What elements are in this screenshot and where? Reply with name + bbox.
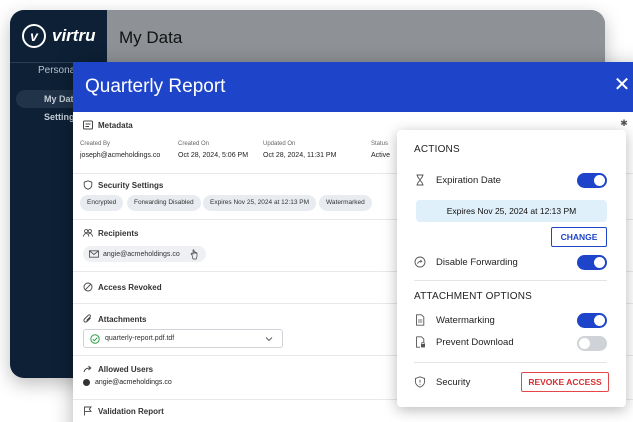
virtru-logo-icon: v (22, 24, 46, 48)
allowed-users-title: Allowed Users (98, 364, 154, 374)
chip-encrypted: Encrypted (80, 195, 124, 211)
metadata-title: Metadata (98, 120, 133, 130)
status-label: Status (371, 141, 389, 147)
expiry-date-display: Expires Nov 25, 2024 at 12:13 PM (416, 200, 607, 222)
forward-arrow-icon (83, 364, 93, 374)
recipient-email: angie@acmeholdings.co (103, 250, 180, 258)
document-icon (414, 314, 426, 326)
expiration-label: Expiration Date (436, 174, 501, 186)
toggle-knob (579, 338, 590, 349)
modal-header: Quarterly Report ✕ (73, 62, 633, 112)
toggle-knob (594, 175, 605, 186)
security-settings-title: Security Settings (98, 180, 164, 190)
block-icon (83, 282, 93, 292)
page-title: My Data (119, 28, 183, 47)
updated-on-value: Oct 28, 2024, 11:31 PM (263, 152, 337, 159)
created-on-label: Created On (178, 141, 210, 147)
access-revoked-title: Access Revoked (98, 282, 162, 292)
attachment-filename: quarterly-report.pdf.tdf (105, 335, 175, 342)
hourglass-icon (414, 174, 426, 186)
settings-gear-icon[interactable]: ✱ (619, 118, 629, 128)
validation-report-title: Validation Report (98, 406, 164, 416)
access-revoked-heading: Access Revoked (83, 282, 162, 292)
watermarking-row: Watermarking (414, 314, 495, 326)
toggle-knob (594, 257, 605, 268)
shield-icon (83, 180, 93, 190)
allowed-user-row: angie@acmeholdings.co (83, 379, 172, 386)
actions-popover: ACTIONS Expiration Date Expires Nov 25, … (397, 130, 626, 407)
flag-icon (83, 406, 93, 416)
attachments-heading: Attachments (83, 314, 146, 324)
created-by-label: Created By (80, 141, 111, 147)
revoke-access-button[interactable]: REVOKE ACCESS (521, 372, 609, 392)
chevron-down-icon (264, 334, 274, 344)
watermarking-label: Watermarking (436, 314, 495, 326)
forward-block-icon (414, 256, 426, 268)
security-label: Security (436, 376, 471, 388)
virtru-logo: v virtru (22, 24, 95, 48)
created-on-value: Oct 28, 2024, 5:06 PM (178, 152, 249, 159)
prevent-download-toggle[interactable] (577, 336, 607, 351)
popover-divider (414, 362, 607, 363)
created-by-value: joseph@acmeholdings.co (80, 152, 161, 159)
watermarking-toggle[interactable] (577, 313, 607, 328)
users-icon (83, 228, 93, 238)
allowed-user-email: angie@acmeholdings.co (95, 379, 172, 386)
actions-heading: ACTIONS (414, 144, 460, 155)
disable-forwarding-label: Disable Forwarding (436, 256, 518, 268)
attachment-options-heading: ATTACHMENT OPTIONS (414, 291, 533, 302)
recipients-heading: Recipients (83, 228, 138, 238)
attachments-title: Attachments (98, 314, 147, 324)
sidebar-tab-personal[interactable]: Persona (38, 65, 75, 76)
chip-expires: Expires Nov 25, 2024 at 12:13 PM (203, 195, 317, 211)
locked-document-icon (414, 336, 426, 348)
change-button[interactable]: CHANGE (551, 227, 607, 247)
allowed-users-heading: Allowed Users (83, 364, 153, 374)
toggle-knob (594, 315, 605, 326)
disable-forwarding-row: Disable Forwarding (414, 256, 518, 268)
metadata-heading: Metadata (83, 120, 133, 130)
logo-text: virtru (52, 26, 96, 45)
prevent-download-row: Prevent Download (414, 336, 514, 348)
recipient-chip[interactable]: angie@acmeholdings.co (83, 246, 206, 262)
shield-alert-icon (414, 376, 426, 388)
check-circle-icon (90, 333, 100, 344)
disable-forwarding-toggle[interactable] (577, 255, 607, 270)
updated-on-label: Updated On (263, 141, 296, 147)
mail-icon (89, 249, 99, 259)
metadata-icon (83, 120, 93, 130)
expiration-row: Expiration Date (414, 174, 501, 186)
validation-report-heading: Validation Report (83, 406, 164, 416)
attachment-select[interactable]: quarterly-report.pdf.tdf (83, 329, 283, 348)
chip-forwarding-disabled: Forwarding Disabled (127, 195, 201, 211)
modal-title: Quarterly Report (85, 76, 226, 97)
hand-cursor-icon (190, 248, 200, 259)
status-value: Active (371, 152, 391, 159)
prevent-download-label: Prevent Download (436, 336, 514, 348)
chip-watermarked: Watermarked (319, 195, 372, 211)
security-row: Security (414, 376, 470, 388)
app-header: My Data (107, 10, 605, 62)
user-dot-icon (83, 379, 90, 386)
popover-divider (414, 280, 607, 281)
recipients-title: Recipients (98, 228, 139, 238)
screen: v virtru Persona My Data Settings My Dat… (0, 0, 633, 422)
paperclip-icon (83, 314, 93, 324)
security-settings-heading: Security Settings (83, 180, 163, 190)
close-icon[interactable]: ✕ (611, 74, 633, 96)
expiration-toggle[interactable] (577, 173, 607, 188)
